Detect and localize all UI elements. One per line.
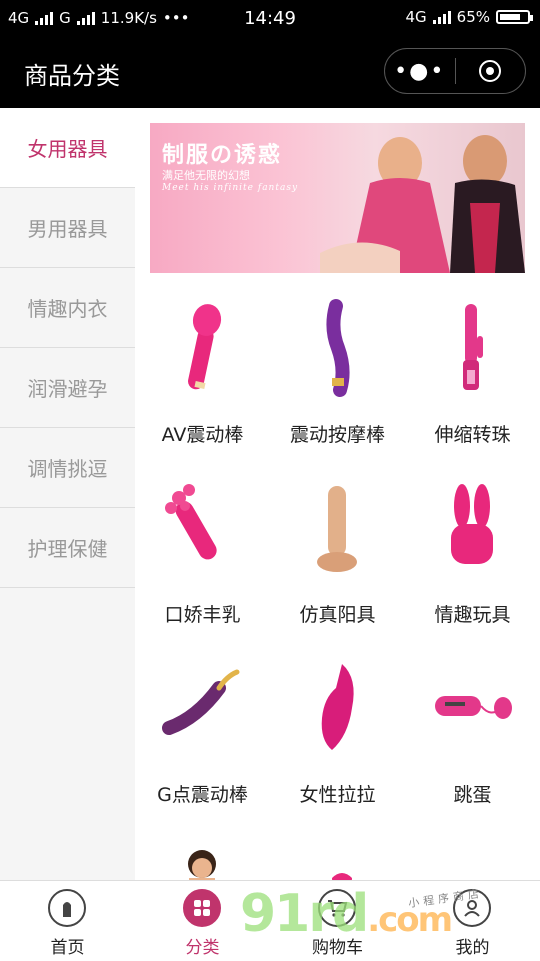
product-item[interactable] (135, 826, 270, 880)
g-spot-wand-icon (162, 669, 240, 735)
product-item[interactable]: AV震动棒 (135, 286, 270, 466)
battery-percent: 65% (456, 8, 490, 26)
product-label: 跳蛋 (453, 784, 492, 806)
egg-vibrator-icon (435, 696, 512, 719)
dual-toy-icon (321, 664, 354, 750)
bunny-ears-toy-icon (451, 484, 493, 564)
target-circle-icon[interactable] (456, 60, 526, 82)
product-label: AV震动棒 (161, 424, 244, 446)
product-label: 仿真阳具 (299, 604, 376, 626)
watermark-main: 91rd (240, 884, 369, 944)
sidebar-item-lubricant[interactable]: 润滑避孕 (0, 348, 135, 428)
more-dots-icon[interactable]: •●• (385, 59, 455, 84)
figure-image (188, 850, 216, 880)
realistic-toy-icon (317, 486, 357, 572)
sidebar-item-women[interactable]: 女用器具 (0, 108, 135, 188)
network-type-right: 4G (405, 8, 427, 26)
signal-icon-3 (432, 10, 451, 24)
product-item[interactable]: 仿真阳具 (270, 466, 405, 646)
banner-subtitle: 满足他无限的幻想 (162, 169, 250, 182)
product-item[interactable]: 伸缩转珠 (405, 286, 540, 466)
product-item[interactable]: 跳蛋 (405, 646, 540, 826)
category-content: 制服の诱惑 满足他无限的幻想 Meet his infinite fantasy… (135, 108, 540, 880)
product-item[interactable]: 情趣玩具 (405, 466, 540, 646)
curved-vibrator-icon (326, 299, 350, 397)
sidebar-item-care[interactable]: 护理保健 (0, 508, 135, 588)
category-sidebar: 女用器具 男用器具 情趣内衣 润滑避孕 调情挑逗 护理保健 (0, 108, 135, 880)
product-label: 女性拉拉 (299, 784, 376, 806)
home-icon (48, 889, 86, 927)
product-item[interactable]: 口娇丰乳 (135, 466, 270, 646)
product-item[interactable] (270, 826, 405, 880)
rabbit-vibrator-icon (463, 304, 483, 390)
product-label: 口娇丰乳 (164, 604, 241, 626)
category-grid-icon (183, 889, 221, 927)
tab-label: 首页 (50, 938, 85, 958)
product-label: 情趣玩具 (434, 604, 511, 626)
sidebar-item-flirt[interactable]: 调情挑逗 (0, 428, 135, 508)
product-item[interactable]: 震动按摩棒 (270, 286, 405, 466)
product-label: 伸缩转珠 (434, 424, 511, 446)
pink-toy-image (332, 873, 352, 880)
status-right: 4G 65% (405, 8, 533, 26)
product-label: G点震动棒 (157, 784, 248, 806)
promo-banner[interactable]: 制服の诱惑 满足他无限的幻想 Meet his infinite fantasy (150, 123, 525, 273)
sidebar-item-men[interactable]: 男用器具 (0, 188, 135, 268)
mini-program-capsule: •●• (384, 48, 526, 94)
sidebar-item-lingerie[interactable]: 情趣内衣 (0, 268, 135, 348)
banner-subtitle-en: Meet his infinite fantasy (162, 183, 299, 193)
banner-title: 制服の诱惑 (162, 143, 283, 168)
product-item[interactable]: 女性拉拉 (270, 646, 405, 826)
page-title: 商品分类 (24, 62, 120, 90)
tab-home[interactable]: 首页 (0, 881, 135, 961)
bristle-toy-icon (165, 484, 217, 560)
wand-massager-icon (188, 304, 222, 390)
product-item[interactable]: G点震动棒 (135, 646, 270, 826)
product-label: 震动按摩棒 (289, 424, 385, 446)
battery-icon (496, 10, 533, 24)
nav-bar: 商品分类 •●• (0, 36, 540, 108)
status-bar: 4G G 11.9K/s ••• 14:49 4G 65% (0, 0, 540, 36)
